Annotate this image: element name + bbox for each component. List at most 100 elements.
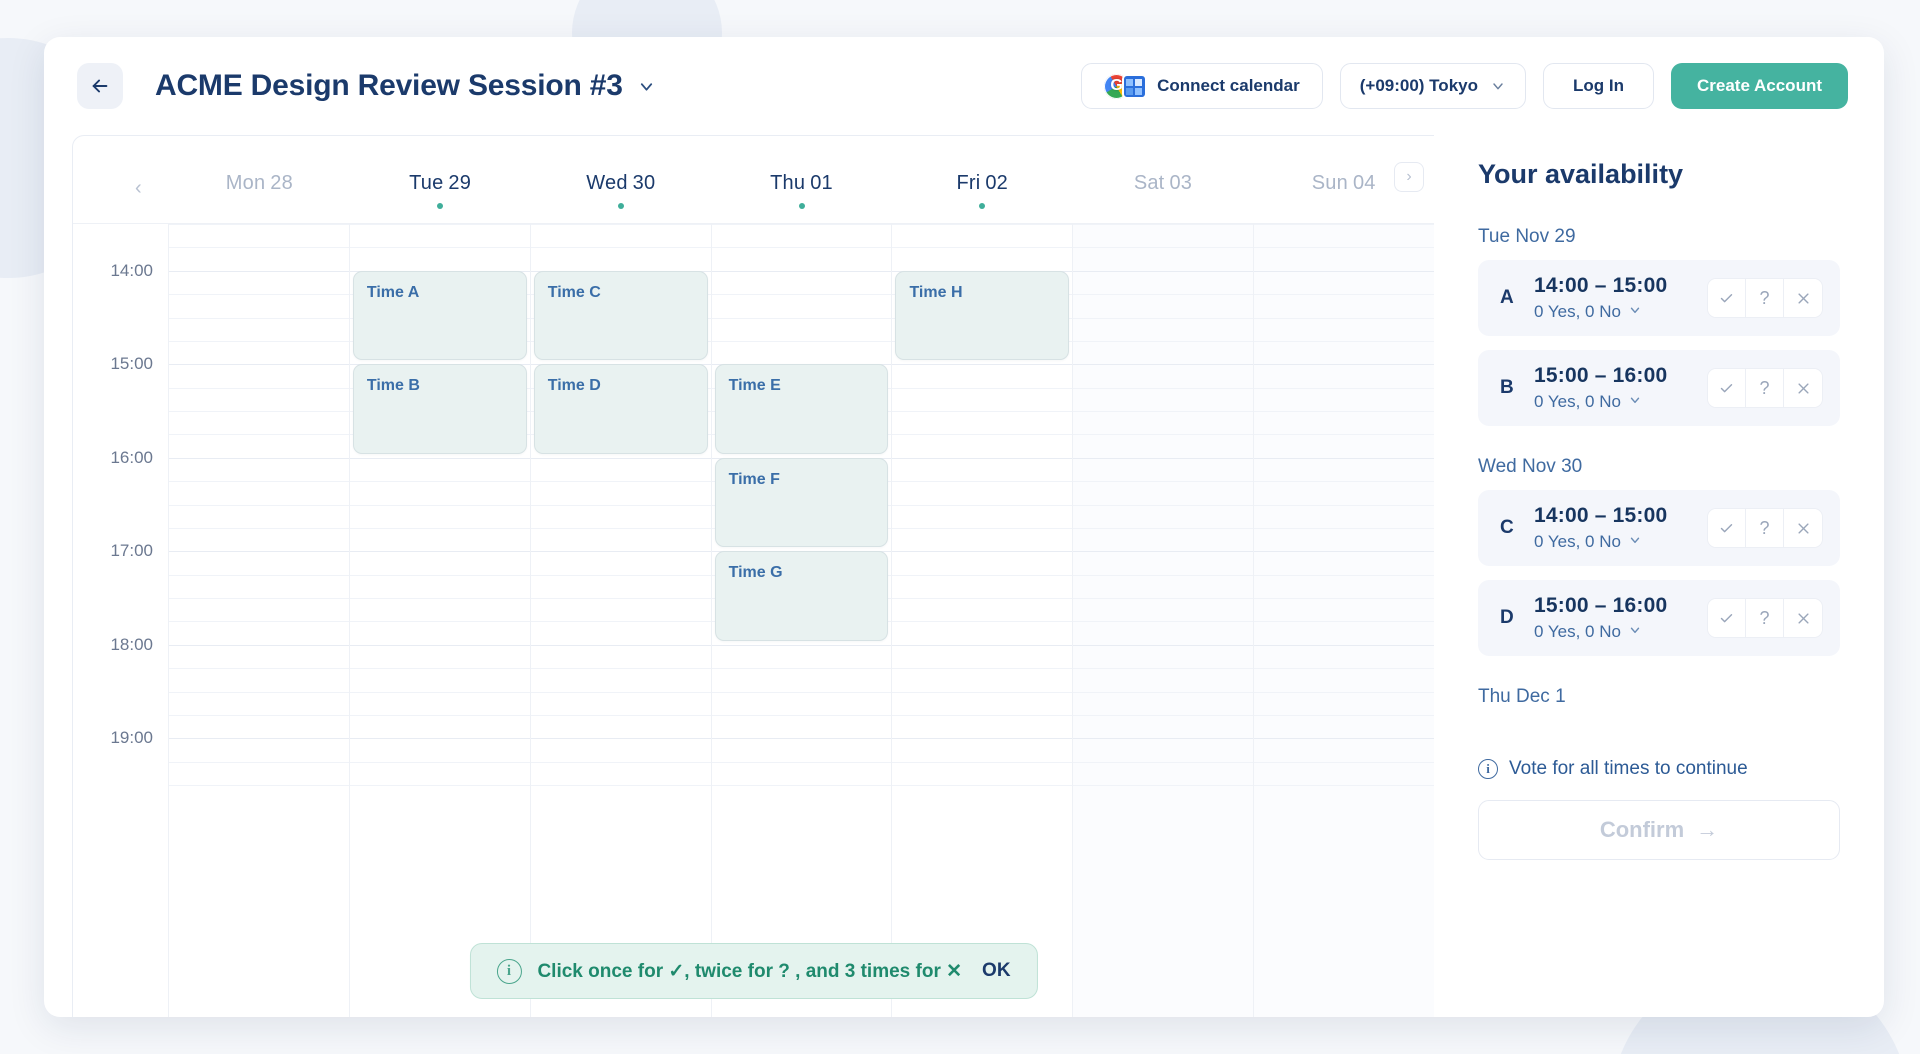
grid-line <box>349 668 530 670</box>
connect-calendar-button[interactable]: Connect calendar <box>1081 63 1323 109</box>
grid-line <box>1073 434 1254 436</box>
day-column-header-wed[interactable]: Wed 30 <box>530 136 711 209</box>
vote-no-button[interactable] <box>1784 509 1822 547</box>
toast-ok-button[interactable]: OK <box>982 960 1011 982</box>
slot-letter: C <box>1500 517 1514 538</box>
vote-maybe-button[interactable]: ? <box>1746 509 1784 547</box>
day-number: 02 <box>985 172 1009 194</box>
day-column-header-fri[interactable]: Fri 02 <box>892 136 1073 209</box>
grid-line <box>530 481 711 483</box>
day-column-tue[interactable]: Time A Time B <box>349 224 531 1017</box>
calendar-event[interactable]: Time E <box>714 364 889 454</box>
grid-line <box>711 785 892 786</box>
day-column-wed[interactable]: Time C Time D <box>530 224 712 1017</box>
grid-line <box>711 340 892 342</box>
grid-line <box>169 761 349 763</box>
vote-yes-button[interactable] <box>1708 279 1746 317</box>
slot-details: 14:00 – 15:00 0 Yes, 0 No <box>1534 274 1707 322</box>
grid-line <box>349 598 530 599</box>
grid-line <box>711 691 892 693</box>
event-label: Time D <box>547 377 601 395</box>
grid-line <box>530 574 711 576</box>
grid-line <box>1073 224 1254 225</box>
day-column-sun[interactable] <box>1254 224 1434 1017</box>
grid-line <box>892 621 1073 623</box>
vote-hint: i Vote for all times to continue <box>1478 758 1840 780</box>
calendar-event[interactable]: Time G <box>714 551 889 641</box>
grid-line <box>530 598 711 599</box>
grid-line <box>892 527 1073 529</box>
back-button[interactable] <box>77 63 123 109</box>
slot-vote-summary[interactable]: 0 Yes, 0 No <box>1534 392 1707 412</box>
calendar-event[interactable]: Time D <box>533 364 708 454</box>
vote-yes-button[interactable] <box>1708 599 1746 637</box>
slot-vote-summary[interactable]: 0 Yes, 0 No <box>1534 302 1707 322</box>
day-column-fri[interactable]: Time H <box>892 224 1074 1017</box>
slot-time-range: 15:00 – 16:00 <box>1534 364 1668 387</box>
prev-week-button[interactable]: ‹ <box>135 178 142 198</box>
day-name: Thu <box>770 172 806 194</box>
calendar-event[interactable]: Time F <box>714 457 889 548</box>
create-account-button[interactable]: Create Account <box>1670 63 1848 109</box>
session-title-dropdown[interactable]: ACME Design Review Session #3 <box>155 69 656 103</box>
vote-button-group: ? <box>1707 508 1823 548</box>
grid-line <box>169 247 349 249</box>
slot-vote-summary[interactable]: 0 Yes, 0 No <box>1534 622 1707 642</box>
grid-line <box>1073 761 1254 763</box>
day-column-header-tue[interactable]: Tue 29 <box>350 136 531 209</box>
calendar-event[interactable]: Time C <box>533 270 708 361</box>
calendar-event[interactable]: Time H <box>895 270 1070 361</box>
vote-button-group: ? <box>1707 598 1823 638</box>
grid-line <box>530 644 711 646</box>
login-button[interactable]: Log In <box>1543 63 1654 109</box>
vote-yes-button[interactable] <box>1708 509 1746 547</box>
availability-date-label: Tue Nov 29 <box>1478 226 1576 247</box>
grid-line <box>1254 294 1434 296</box>
day-column-header-thu[interactable]: Thu 01 <box>711 136 892 209</box>
grid-line <box>349 691 530 693</box>
grid-line <box>1254 317 1434 319</box>
grid-line <box>169 434 349 436</box>
slot-vote-summary[interactable]: 0 Yes, 0 No <box>1534 532 1707 552</box>
chevron-down-icon <box>1490 78 1506 94</box>
vote-no-button[interactable] <box>1784 369 1822 407</box>
day-column-sat[interactable] <box>1073 224 1255 1017</box>
calendar-event[interactable]: Time B <box>352 364 527 454</box>
grid-line <box>349 247 530 249</box>
day-number: 01 <box>810 172 833 194</box>
grid-line <box>892 644 1073 646</box>
vote-maybe-button[interactable]: ? <box>1746 599 1784 637</box>
grid-line <box>169 527 349 529</box>
slot-details: 14:00 – 15:00 0 Yes, 0 No <box>1534 504 1707 552</box>
grid-line <box>349 481 530 483</box>
grid-line <box>1073 387 1254 389</box>
calendar-event[interactable]: Time A <box>352 270 527 361</box>
confirm-button[interactable]: Confirm → <box>1478 800 1840 860</box>
google-calendar-icons <box>1104 73 1148 99</box>
page-title: ACME Design Review Session #3 <box>155 69 623 102</box>
vote-maybe-button[interactable]: ? <box>1746 369 1784 407</box>
day-name: Sat <box>1133 172 1165 194</box>
grid-line <box>530 668 711 670</box>
day-column-header-mon[interactable]: Mon 28 <box>169 136 350 209</box>
event-label: Time A <box>366 283 420 301</box>
grid-line <box>530 247 711 249</box>
day-column-thu[interactable]: Time E Time F Time G <box>711 224 893 1017</box>
day-column-header-sat[interactable]: Sat 03 <box>1073 136 1254 209</box>
grid-line <box>892 785 1073 786</box>
availability-groups: Tue Nov 29 A 14:00 – 15:00 0 Yes, 0 No? B 15:… <box>1478 226 1840 736</box>
timezone-select[interactable]: (+09:00) Tokyo <box>1339 63 1526 109</box>
vote-no-button[interactable] <box>1784 279 1822 317</box>
next-week-button[interactable]: › <box>1394 162 1424 192</box>
vote-yes-button[interactable] <box>1708 369 1746 407</box>
hour-label: 18:00 <box>110 634 153 654</box>
grid-line <box>169 668 349 670</box>
vote-maybe-button[interactable]: ? <box>1746 279 1784 317</box>
grid-line <box>892 551 1073 553</box>
day-column-mon[interactable] <box>169 224 350 1017</box>
grid-line <box>892 411 1073 412</box>
grid-line <box>711 668 892 670</box>
grid-line <box>1254 598 1434 599</box>
grid-line <box>530 738 711 740</box>
vote-no-button[interactable] <box>1784 599 1822 637</box>
